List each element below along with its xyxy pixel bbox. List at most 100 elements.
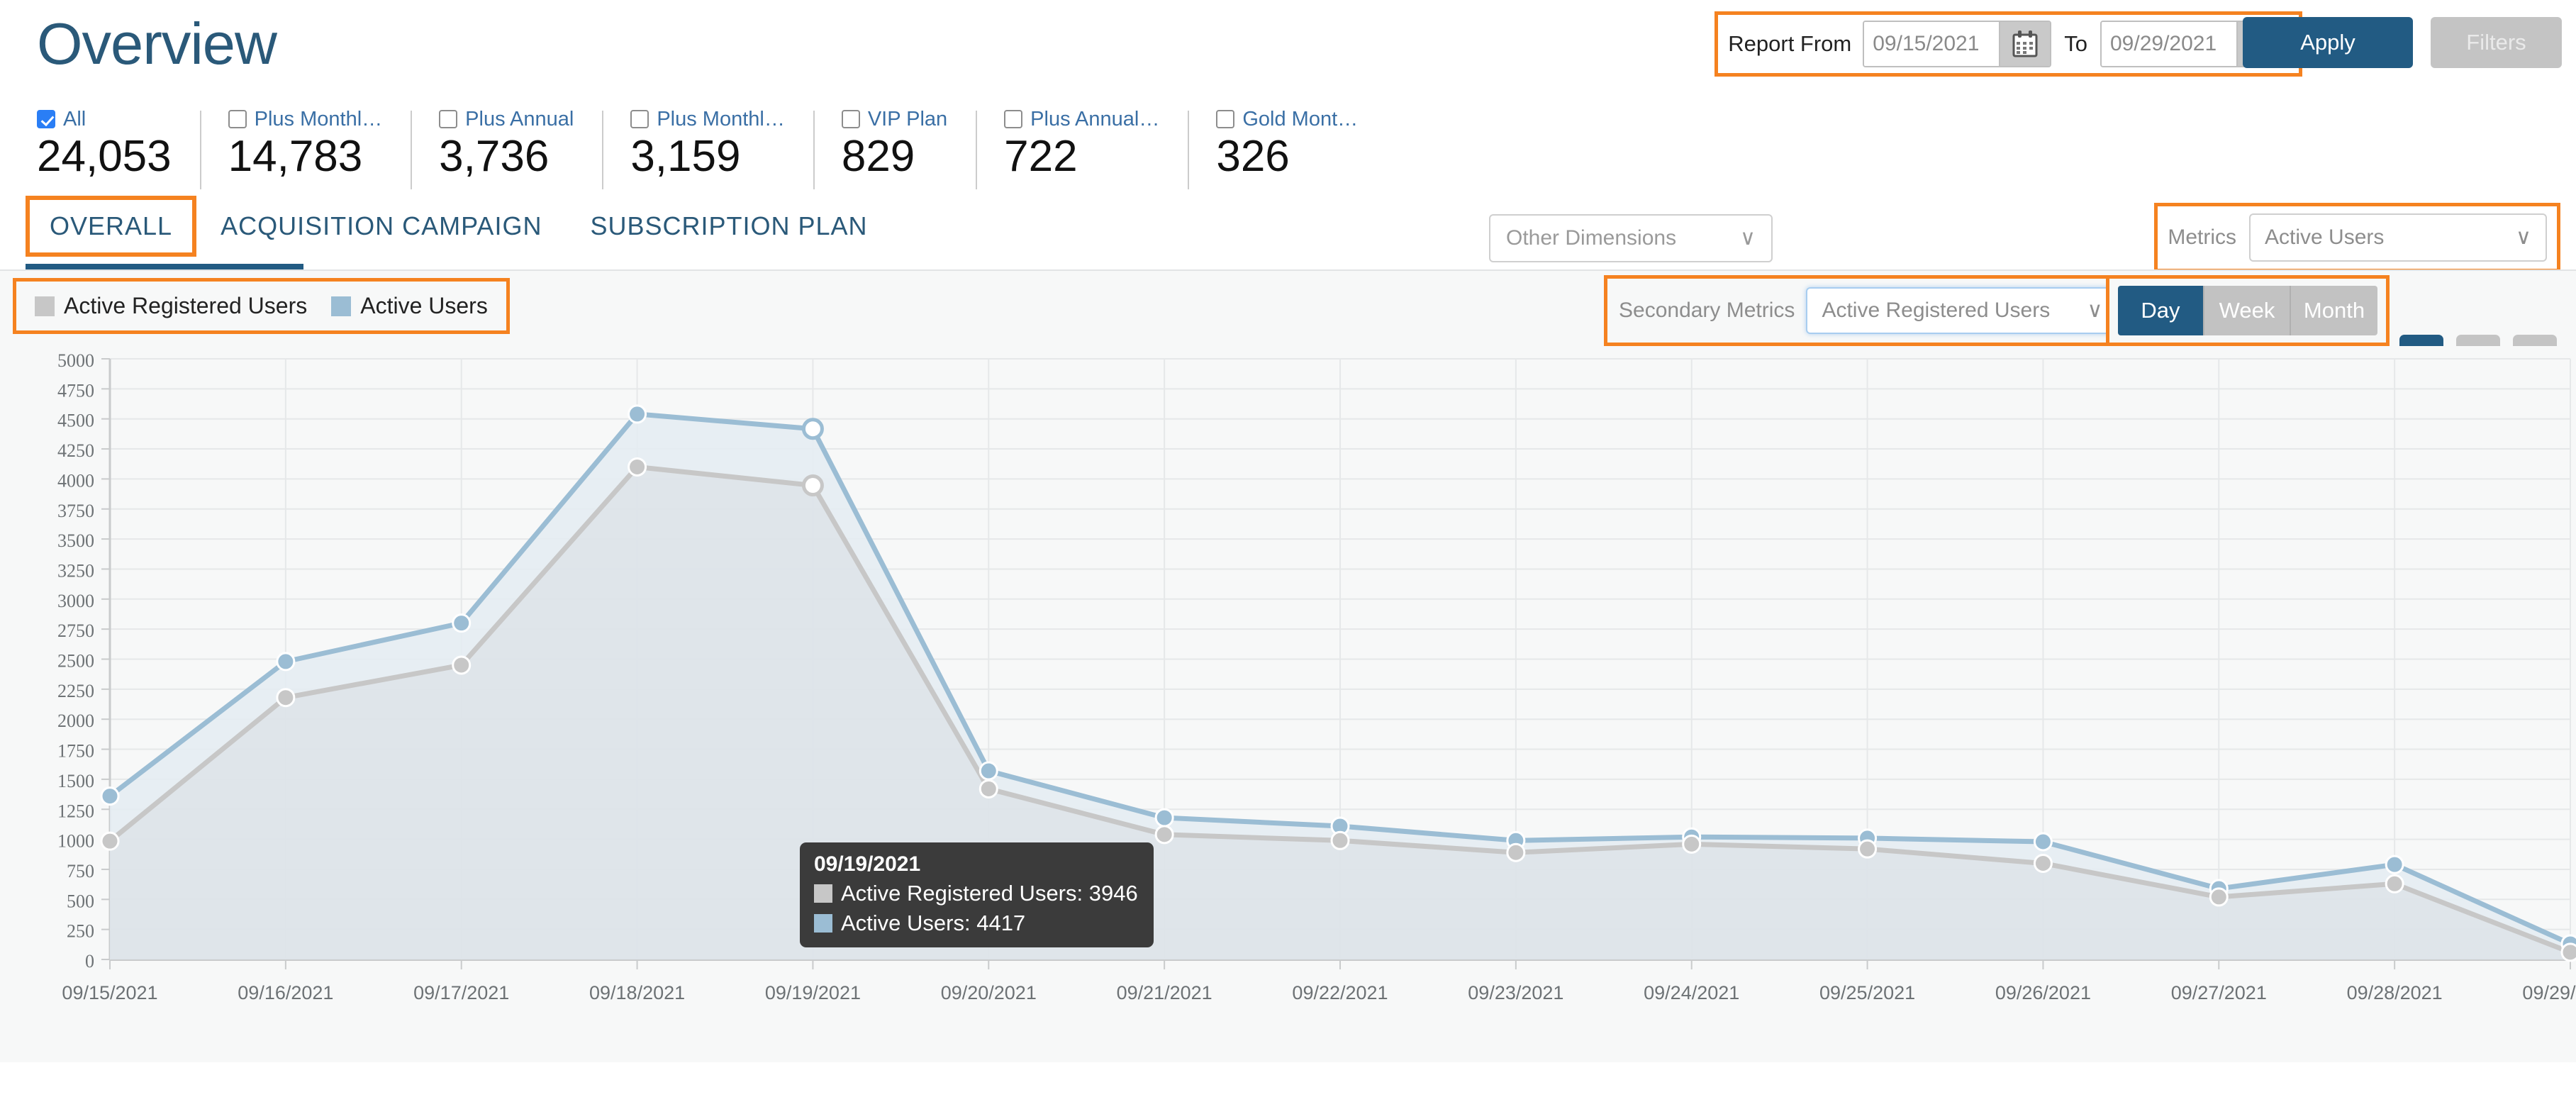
legend-item[interactable]: Active Registered Users: [35, 293, 307, 319]
filters-button[interactable]: Filters: [2431, 17, 2562, 68]
legend-label: Active Users: [360, 293, 488, 318]
kpi-header: Plus Monthl…: [630, 106, 785, 132]
kpi-label: Gold Mont…: [1242, 107, 1359, 130]
svg-text:1500: 1500: [57, 771, 94, 791]
kpi-checkbox[interactable]: [1004, 110, 1023, 128]
kpi-value: 24,053: [37, 132, 172, 181]
kpi-header: Gold Mont…: [1216, 106, 1358, 132]
area-chart[interactable]: 0 250 500 750 1000 1250 1500 1750 2000 2250 2500 27…: [0, 346, 2576, 1062]
svg-text:09/29/2021: 09/29/2021: [2522, 982, 2576, 1003]
report-to-label: To: [2064, 31, 2087, 56]
tab-acquisition-campaign[interactable]: ACQUISITION CAMPAIGN: [196, 196, 566, 257]
svg-text:1750: 1750: [57, 741, 94, 762]
date-from-input[interactable]: [1864, 22, 2000, 66]
kpi-card: Plus Annual… 722: [976, 106, 1188, 190]
svg-text:09/26/2021: 09/26/2021: [1995, 982, 2091, 1003]
kpi-checkbox[interactable]: [37, 110, 55, 128]
kpi-card: All 24,053: [37, 106, 200, 179]
apply-button[interactable]: Apply: [2243, 17, 2413, 68]
kpi-card: Plus Annual 3,736: [411, 106, 602, 190]
kpi-card: Plus Monthl… 3,159: [602, 106, 813, 190]
metrics-control: Metrics Active Users ∨: [2154, 203, 2560, 272]
date-from-field[interactable]: [1863, 21, 2052, 67]
granularity-control: Day Week Month: [2106, 275, 2390, 346]
kpi-card: Plus Monthl… 14,783: [199, 106, 411, 190]
svg-text:09/28/2021: 09/28/2021: [2347, 982, 2443, 1003]
svg-text:09/23/2021: 09/23/2021: [1468, 982, 1563, 1003]
tooltip-label: Active Users: 4417: [841, 911, 1026, 935]
kpi-header: All: [37, 106, 172, 132]
svg-text:3500: 3500: [57, 530, 94, 551]
kpi-checkbox[interactable]: [630, 110, 649, 128]
svg-text:1250: 1250: [57, 801, 94, 821]
svg-text:3750: 3750: [57, 501, 94, 521]
svg-text:09/21/2021: 09/21/2021: [1117, 982, 1212, 1003]
granularity-month[interactable]: Month: [2291, 286, 2377, 335]
page-title: Overview: [37, 11, 277, 77]
svg-text:4500: 4500: [57, 411, 94, 431]
svg-text:2750: 2750: [57, 620, 94, 641]
chart-toolbar: Active Registered Users Active Users Seco…: [0, 269, 2576, 346]
svg-text:09/17/2021: 09/17/2021: [413, 982, 509, 1003]
other-dimensions-value: Other Dimensions: [1506, 226, 1677, 250]
kpi-checkbox[interactable]: [1216, 110, 1235, 128]
secondary-metrics-select[interactable]: Active Registered Users ∨: [1806, 287, 2119, 334]
tabs-row: OVERALL ACQUISITION CAMPAIGN SUBSCRIPTION …: [0, 191, 2576, 274]
svg-text:09/22/2021: 09/22/2021: [1292, 982, 1388, 1003]
svg-text:3250: 3250: [57, 560, 94, 581]
tooltip-rows: Active Registered Users: 3946 Active User…: [814, 881, 1138, 936]
svg-text:09/18/2021: 09/18/2021: [589, 982, 685, 1003]
legend-swatch-icon: [35, 296, 55, 316]
svg-text:250: 250: [67, 921, 94, 942]
svg-text:1000: 1000: [57, 831, 94, 852]
legend-swatch-icon: [331, 296, 352, 316]
kpi-header: Plus Monthl…: [228, 106, 383, 132]
svg-text:2500: 2500: [57, 651, 94, 672]
granularity-toggle-group: Day Week Month: [2118, 286, 2377, 335]
date-to-input[interactable]: [2102, 22, 2236, 66]
kpi-header: Plus Annual…: [1004, 106, 1159, 132]
svg-text:750: 750: [67, 861, 94, 881]
tab-overall[interactable]: OVERALL: [26, 196, 197, 257]
metrics-select[interactable]: Active Users ∨: [2249, 213, 2547, 262]
kpi-value: 3,736: [439, 132, 550, 181]
svg-text:3000: 3000: [57, 591, 94, 611]
svg-text:4750: 4750: [57, 380, 94, 401]
chart-legend: Active Registered Users Active Users: [13, 278, 510, 334]
svg-text:2250: 2250: [57, 681, 94, 701]
tooltip-row: Active Users: 4417: [814, 911, 1138, 936]
kpi-value: 3,159: [630, 132, 741, 181]
svg-text:09/15/2021: 09/15/2021: [62, 982, 157, 1003]
kpi-label: VIP Plan: [867, 107, 948, 130]
chart-container: 0 250 500 750 1000 1250 1500 1750 2000 2250 2500 27…: [0, 346, 2576, 1062]
svg-text:500: 500: [67, 891, 94, 911]
calendar-icon[interactable]: [1999, 22, 2051, 66]
granularity-day[interactable]: Day: [2118, 286, 2204, 335]
metrics-label: Metrics: [2168, 226, 2236, 249]
svg-text:09/25/2021: 09/25/2021: [1819, 982, 1915, 1003]
secondary-metrics-value: Active Registered Users: [1822, 299, 2051, 322]
kpi-label: Plus Monthl…: [254, 107, 383, 130]
kpi-label: All: [63, 107, 87, 130]
other-dimensions-select[interactable]: Other Dimensions ∨: [1489, 214, 1773, 262]
svg-text:09/27/2021: 09/27/2021: [2171, 982, 2267, 1003]
chevron-down-icon: ∨: [1740, 226, 1756, 250]
svg-text:09/24/2021: 09/24/2021: [1644, 982, 1739, 1003]
svg-text:0: 0: [85, 951, 94, 972]
granularity-week[interactable]: Week: [2204, 286, 2291, 335]
kpi-checkbox[interactable]: [228, 110, 247, 128]
kpi-label: Plus Annual…: [1030, 107, 1160, 130]
kpi-label: Plus Annual: [465, 107, 574, 130]
tooltip-swatch-icon: [814, 914, 832, 933]
kpi-value: 14,783: [228, 132, 363, 181]
kpi-checkbox[interactable]: [841, 110, 860, 128]
tooltip-swatch-icon: [814, 884, 832, 903]
chevron-down-icon: ∨: [2087, 299, 2103, 322]
kpi-checkbox[interactable]: [439, 110, 458, 128]
svg-text:4000: 4000: [57, 470, 94, 491]
svg-text:4250: 4250: [57, 440, 94, 461]
date-range-control: Report From To: [1714, 11, 2302, 77]
kpi-header: Plus Annual: [439, 106, 574, 132]
tab-subscription-plan[interactable]: SUBSCRIPTION PLAN: [566, 196, 891, 257]
legend-item[interactable]: Active Users: [331, 293, 488, 319]
